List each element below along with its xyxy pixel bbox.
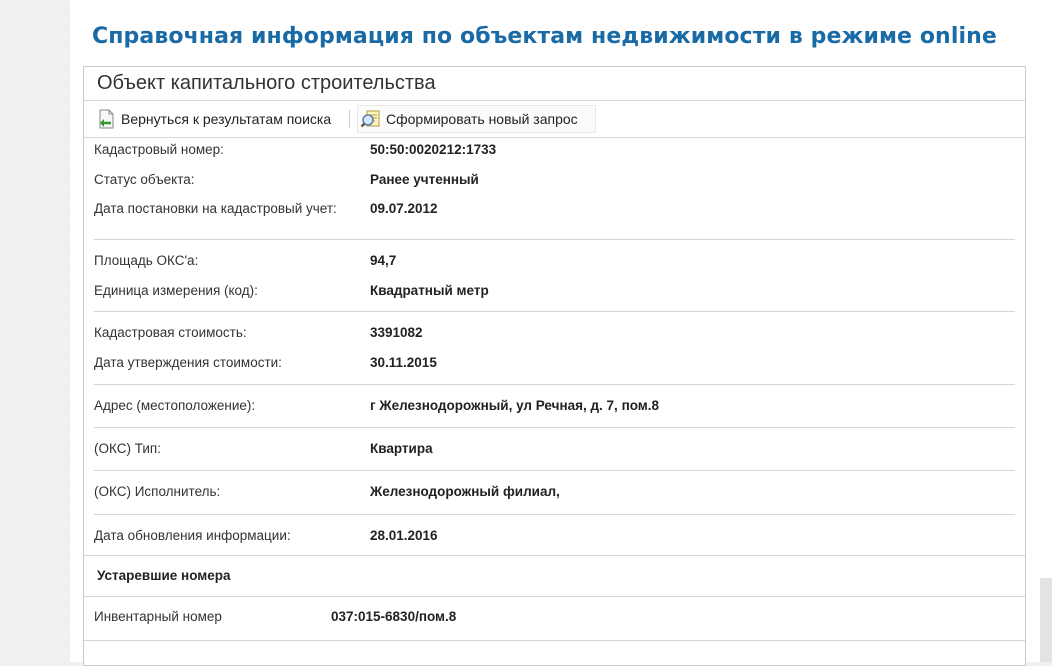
section-type: (ОКС) Тип: Квартира xyxy=(94,428,1015,471)
section-cost: Кадастровая стоимость: 3391082 Дата утве… xyxy=(94,312,1015,385)
area-value: 94,7 xyxy=(370,253,397,268)
unit-label: Единица измерения (код): xyxy=(94,282,258,298)
cost-value: 3391082 xyxy=(370,325,423,340)
section-executor: (ОКС) Исполнитель: Железнодорожный филиа… xyxy=(94,471,1015,515)
page: Справочная информация по объектам недвиж… xyxy=(70,0,1052,666)
row-type: (ОКС) Тип: Квартира xyxy=(94,428,1015,458)
row-inventory-number: Инвентарный номер 037:015-6830/пом.8 xyxy=(84,596,1025,641)
area-label: Площадь ОКС'а: xyxy=(94,253,199,268)
search-document-icon xyxy=(360,108,382,130)
obsolete-numbers-heading: Устаревшие номера xyxy=(97,568,231,583)
toolbar: Вернуться к результатам поиска Сформиров… xyxy=(84,101,1025,138)
back-to-results-label: Вернуться к результатам поиска xyxy=(121,111,332,127)
cadastral-number-label: Кадастровый номер: xyxy=(94,142,224,157)
registration-date-label: Дата постановки на кадастровый учет: xyxy=(94,201,337,216)
scrollbar-track[interactable] xyxy=(1040,578,1052,662)
address-value: г Железнодорожный, ул Речная, д. 7, пом.… xyxy=(370,398,660,413)
new-query-label: Сформировать новый запрос xyxy=(386,111,578,127)
unit-value: Квадратный метр xyxy=(370,282,489,298)
row-address: Адрес (местоположение): г Железнодорожны… xyxy=(94,385,1015,415)
object-panel: Объект капитального строительства Вернут… xyxy=(83,66,1026,666)
executor-value: Железнодорожный филиал, xyxy=(370,484,560,499)
row-cost-date: Дата утверждения стоимости: 30.11.2015 xyxy=(94,350,1015,380)
page-title: Справочная информация по объектам недвиж… xyxy=(92,24,997,49)
inventory-number-label: Инвентарный номер xyxy=(94,609,222,624)
document-back-arrow-icon xyxy=(95,108,117,130)
row-status: Статус объекта: Ранее учтенный xyxy=(94,167,1015,197)
row-executor: (ОКС) Исполнитель: Железнодорожный филиа… xyxy=(94,471,1015,501)
row-registration-date: Дата постановки на кадастровый учет: 09.… xyxy=(94,196,1015,226)
section-update-date: Дата обновления информации: 28.01.2016 xyxy=(94,515,1015,557)
panel-header: Объект капитального строительства xyxy=(84,67,1025,101)
section-area: Площадь ОКС'а: 94,7 Единица измерения (к… xyxy=(94,240,1015,312)
info-sections: Кадастровый номер: 50:50:0020212:1733 Ст… xyxy=(84,137,1025,557)
status-label: Статус объекта: xyxy=(94,171,195,187)
registration-date-value: 09.07.2012 xyxy=(370,201,438,216)
cost-label: Кадастровая стоимость: xyxy=(94,325,247,340)
cadastral-number-value: 50:50:0020212:1733 xyxy=(370,142,497,157)
new-query-button[interactable]: Сформировать новый запрос xyxy=(357,105,596,133)
status-value: Ранее учтенный xyxy=(370,171,479,187)
type-label: (ОКС) Тип: xyxy=(94,441,161,456)
type-value: Квартира xyxy=(370,441,433,456)
row-update-date: Дата обновления информации: 28.01.2016 xyxy=(94,515,1015,545)
address-label: Адрес (местоположение): xyxy=(94,398,256,413)
update-date-label: Дата обновления информации: xyxy=(94,528,291,543)
inventory-number-value: 037:015-6830/пом.8 xyxy=(331,609,457,624)
toolbar-divider xyxy=(349,110,350,128)
row-area: Площадь ОКС'а: 94,7 xyxy=(94,248,1015,278)
executor-label: (ОКС) Исполнитель: xyxy=(94,484,221,499)
section-address: Адрес (местоположение): г Железнодорожны… xyxy=(94,385,1015,428)
cost-date-value: 30.11.2015 xyxy=(370,354,437,370)
row-unit: Единица измерения (код): Квадратный метр xyxy=(94,278,1015,308)
cost-date-label: Дата утверждения стоимости: xyxy=(94,354,282,370)
update-date-value: 28.01.2016 xyxy=(370,528,438,543)
obsolete-numbers-header: Устаревшие номера xyxy=(84,555,1025,597)
section-identity: Кадастровый номер: 50:50:0020212:1733 Ст… xyxy=(94,137,1015,240)
row-cost: Кадастровая стоимость: 3391082 xyxy=(94,320,1015,350)
row-cadastral-number: Кадастровый номер: 50:50:0020212:1733 xyxy=(94,137,1015,167)
back-to-results-button[interactable]: Вернуться к результатам поиска xyxy=(92,105,347,133)
